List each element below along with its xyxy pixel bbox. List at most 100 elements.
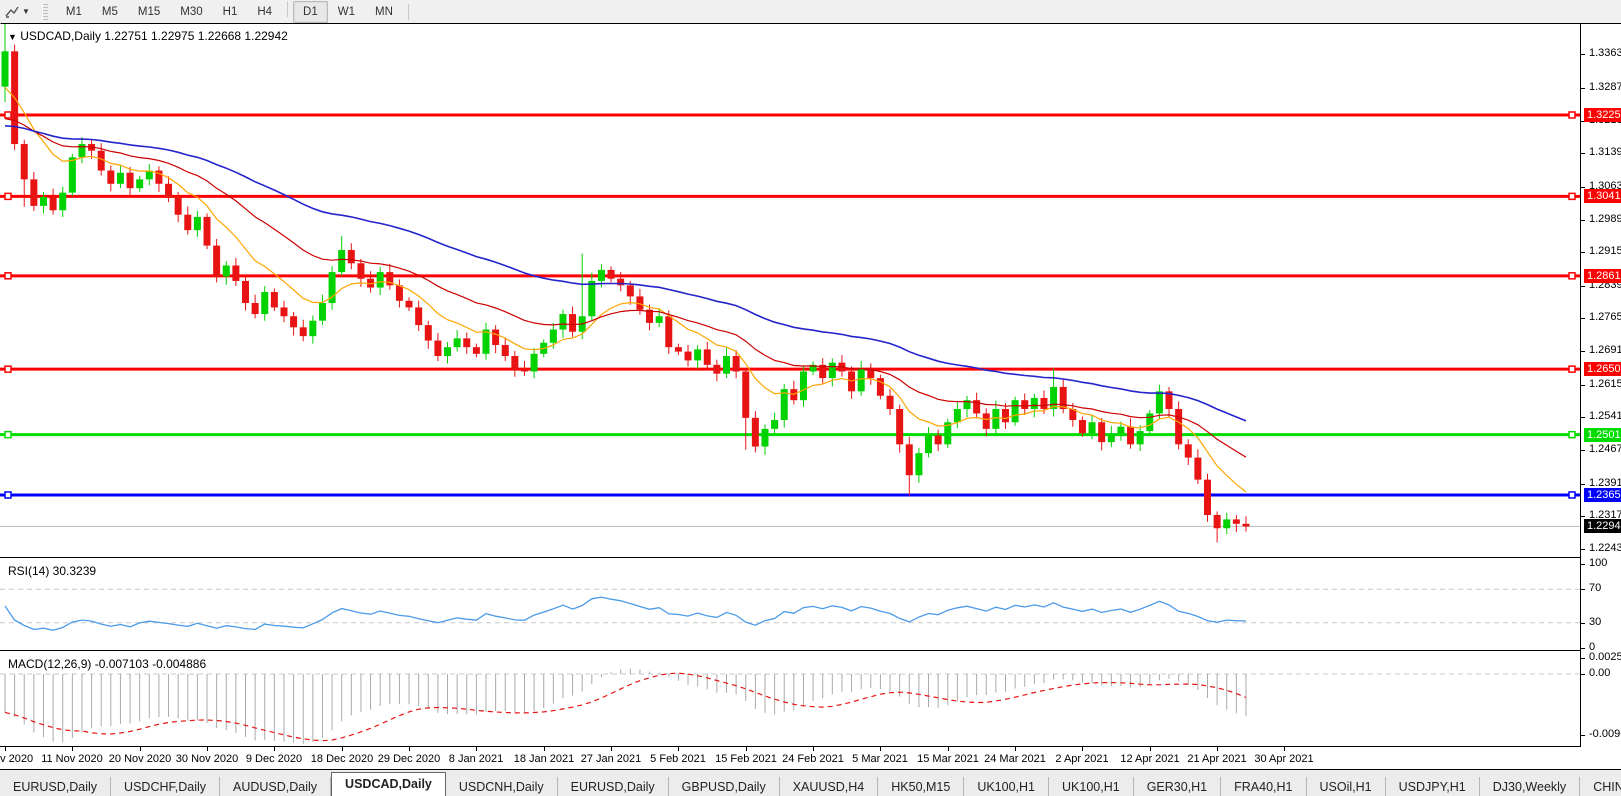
timeframe-button-h4[interactable]: H4 (247, 1, 282, 23)
price-badge-1.26503[interactable]: 1.26503 (1584, 362, 1621, 376)
candle-body (252, 303, 259, 314)
chart-tool-dropdown-icon[interactable]: ▼ (22, 7, 30, 16)
chart-tab-usdcad-active[interactable]: USDCAD,Daily (331, 772, 446, 796)
price-axis-tick (1581, 187, 1585, 188)
candle-body (21, 144, 28, 179)
candle-body (338, 250, 345, 272)
chart-tab-gbpusd[interactable]: GBPUSD,Daily (669, 777, 780, 796)
main-price-chart[interactable] (0, 24, 1580, 557)
hline-handle[interactable] (5, 193, 11, 199)
candle-body (2, 51, 9, 86)
candle-body (492, 330, 499, 345)
chart-tab-eurusd[interactable]: EURUSD,Daily (558, 777, 669, 796)
candle-body (1089, 422, 1096, 433)
hline-handle[interactable] (1569, 492, 1575, 498)
timeframe-button-m1[interactable]: M1 (56, 1, 92, 23)
price-axis[interactable]: 1.336301.328701.321301.313901.306301.298… (1580, 24, 1621, 747)
price-badge-1.23653[interactable]: 1.23653 (1584, 488, 1621, 502)
timeframe-button-d1[interactable]: D1 (293, 1, 328, 23)
candle-body (858, 369, 865, 391)
candle-body (1185, 444, 1192, 457)
price-badge-1.30415[interactable]: 1.30415 (1584, 189, 1621, 203)
chart-symbol-line[interactable]: ▼ USDCAD,Daily 1.22751 1.22975 1.22668 1… (8, 29, 288, 43)
chart-tab-hk50[interactable]: HK50,M15 (878, 777, 964, 796)
price-axis-tick (1581, 516, 1585, 517)
timeframe-button-h1[interactable]: H1 (213, 1, 248, 23)
candle-body (434, 341, 441, 356)
price-badge-1.25019[interactable]: 1.25019 (1584, 428, 1621, 442)
candle-body (175, 197, 182, 215)
candle-body (1021, 400, 1028, 409)
chart-tab-uk100[interactable]: UK100,H1 (964, 777, 1049, 796)
timeframe-button-m5[interactable]: M5 (92, 1, 128, 23)
chart-tab-uk100[interactable]: UK100,H1 (1049, 777, 1134, 796)
hline-handle[interactable] (5, 112, 11, 118)
symbol-dropdown-icon[interactable]: ▼ (8, 32, 17, 42)
candle-body (415, 307, 422, 325)
date-tick (544, 747, 545, 751)
hline-handle[interactable] (5, 273, 11, 279)
candle-body (1156, 391, 1163, 413)
date-tick (1284, 747, 1285, 751)
candle-body (983, 413, 990, 428)
date-label: 18 Dec 2020 (311, 753, 373, 765)
chart-tab-fra40[interactable]: FRA40,H1 (1221, 777, 1306, 796)
chart-tab-usdjpy[interactable]: USDJPY,H1 (1386, 777, 1480, 796)
date-axis[interactable]: 2 Nov 202011 Nov 202020 Nov 202030 Nov 2… (0, 747, 1621, 769)
candle-body (1175, 409, 1182, 444)
timeframe-button-m30[interactable]: M30 (170, 1, 212, 23)
price-badge-1.32258[interactable]: 1.32258 (1584, 108, 1621, 122)
macd-signal-line (5, 673, 1246, 741)
hline-handle[interactable] (1569, 193, 1575, 199)
hline-handle[interactable] (5, 492, 11, 498)
chart-tab-dj30[interactable]: DJ30,Weekly (1480, 777, 1580, 796)
hline-handle[interactable] (1569, 366, 1575, 372)
date-tick (409, 747, 410, 751)
price-axis-label: 1.24670 (1589, 443, 1621, 455)
candle-body (608, 270, 615, 279)
timeframe-button-m15[interactable]: M15 (128, 1, 170, 23)
price-badge-1.28616[interactable]: 1.28616 (1584, 269, 1621, 283)
rsi-axis-label: 30 (1589, 616, 1601, 628)
chart-tab-xauusd[interactable]: XAUUSD,H4 (780, 777, 879, 796)
date-label: 9 Dec 2020 (246, 753, 302, 765)
candle-body (290, 316, 297, 327)
chart-cursor-icon[interactable] (2, 3, 22, 21)
price-axis-label: 1.32870 (1589, 81, 1621, 93)
hline-handle[interactable] (1569, 273, 1575, 279)
date-label: 24 Mar 2021 (984, 753, 1046, 765)
candle-body (242, 281, 249, 303)
chart-tab-usoil[interactable]: USOil,H1 (1307, 777, 1386, 796)
hline-handle[interactable] (1569, 432, 1575, 438)
chart-tab-audusd[interactable]: AUDUSD,Daily (220, 777, 331, 796)
candle-body (713, 365, 720, 374)
candle-body (531, 354, 538, 372)
candle-body (319, 303, 326, 321)
candle-body (1117, 427, 1124, 434)
candle-body (1002, 409, 1009, 422)
chart-tab-china300[interactable]: CHINA300,H1 (1580, 777, 1621, 796)
rsi-indicator-panel[interactable] (0, 561, 1580, 650)
chart-tab-eurusd[interactable]: EURUSD,Daily (0, 777, 111, 796)
price-axis-label: 1.26150 (1589, 378, 1621, 390)
hline-handle[interactable] (1569, 112, 1575, 118)
rsi-label: RSI(14) 30.3239 (8, 564, 96, 578)
candle-body (781, 389, 788, 420)
price-axis-label: 1.25410 (1589, 410, 1621, 422)
price-axis-label: 1.22430 (1589, 542, 1621, 554)
hline-handle[interactable] (5, 432, 11, 438)
candle-body (40, 197, 47, 206)
price-axis-tick (1581, 318, 1585, 319)
macd-indicator-panel[interactable] (0, 654, 1580, 746)
candle-body (127, 173, 134, 188)
chart-tab-ger30[interactable]: GER30,H1 (1134, 777, 1221, 796)
candle-body (50, 197, 57, 210)
toolbar-grip[interactable] (42, 4, 48, 20)
chart-tab-usdcnh[interactable]: USDCNH,Daily (446, 777, 558, 796)
hline-handle[interactable] (5, 366, 11, 372)
price-axis-tick (1581, 220, 1585, 221)
timeframe-button-mn[interactable]: MN (365, 1, 403, 23)
chart-tab-usdchf[interactable]: USDCHF,Daily (111, 777, 220, 796)
timeframe-button-w1[interactable]: W1 (328, 1, 365, 23)
price-axis-tick (1581, 252, 1585, 253)
